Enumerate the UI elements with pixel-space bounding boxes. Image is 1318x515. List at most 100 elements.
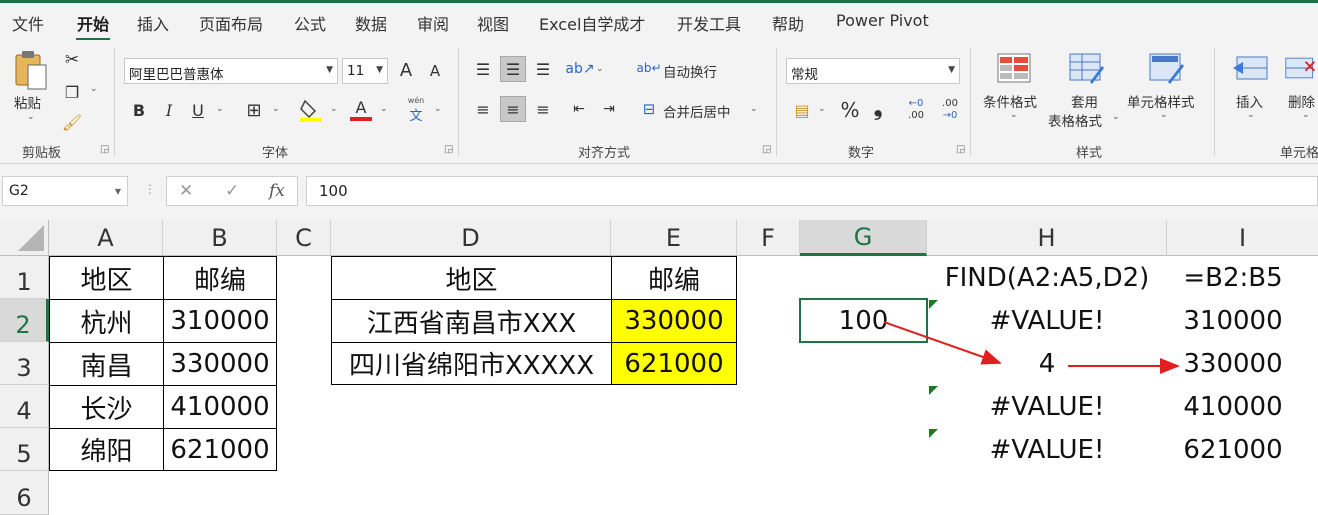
cell-e2[interactable]: 330000 (611, 299, 737, 343)
cell-styles-icon[interactable] (1146, 50, 1186, 86)
font-launcher-icon[interactable]: ◲ (444, 144, 453, 155)
insert-cells-label[interactable]: 插入 (1236, 91, 1263, 111)
alignment-launcher-icon[interactable]: ◲ (762, 144, 771, 155)
cell-i5[interactable]: 621000 (1167, 428, 1299, 471)
align-middle-icon[interactable]: ☰ (500, 56, 526, 82)
increase-indent-icon[interactable]: ⇥ (596, 96, 622, 122)
font-size-combo[interactable]: 11 ▼ (342, 58, 388, 84)
cell-a5[interactable]: 绵阳 (49, 428, 164, 471)
cell-b4[interactable]: 410000 (163, 385, 277, 429)
cancel-icon[interactable]: ✕ (179, 181, 193, 201)
format-as-table-icon[interactable] (1066, 50, 1106, 86)
column-header-i[interactable]: I (1167, 220, 1318, 256)
cell-h1[interactable]: FIND(A2:A5,D2) (927, 256, 1167, 299)
cell-b1[interactable]: 邮编 (163, 256, 277, 300)
column-header-g[interactable]: G (800, 220, 927, 256)
cell-i1[interactable]: =B2:B5 (1167, 256, 1299, 299)
row-header-3[interactable]: 3 (0, 342, 49, 385)
cell-d2[interactable]: 江西省南昌市XXX (331, 299, 612, 343)
cell-i4[interactable]: 410000 (1167, 385, 1299, 428)
fill-color-icon[interactable] (298, 96, 324, 124)
cell-styles-label[interactable]: 单元格样式 (1127, 91, 1195, 111)
increase-decimal-icon[interactable]: ←0.00 (902, 96, 930, 124)
formula-input[interactable]: 100 (306, 176, 1318, 206)
column-header-c[interactable]: C (277, 220, 331, 256)
row-header-4[interactable]: 4 (0, 385, 49, 428)
cell-a4[interactable]: 长沙 (49, 385, 164, 429)
underline-button[interactable]: U (186, 98, 210, 122)
font-name-combo[interactable]: 阿里巴巴普惠体 ▼ (124, 58, 338, 84)
cell-e1[interactable]: 邮编 (611, 256, 737, 300)
orientation-icon[interactable]: ab↗ (565, 56, 594, 82)
grow-font-button[interactable]: A (394, 58, 418, 82)
fill-color-dropdown-icon[interactable]: ⌄ (330, 104, 338, 114)
name-box[interactable]: G2 ▼ (2, 176, 128, 206)
align-top-icon[interactable]: ☰ (470, 56, 496, 82)
cell-a2[interactable]: 杭州 (49, 299, 164, 343)
font-color-dropdown-icon[interactable]: ⌄ (380, 104, 388, 114)
cell-h4[interactable]: #VALUE! (927, 385, 1167, 428)
format-as-table-label-2[interactable]: 表格格式 (1048, 110, 1102, 130)
cell-e3[interactable]: 621000 (611, 342, 737, 385)
menu-power-pivot[interactable]: Power Pivot (836, 11, 929, 30)
number-format-combo[interactable]: 常规 ▼ (786, 58, 960, 84)
cell-i3[interactable]: 330000 (1167, 342, 1299, 385)
menu-view[interactable]: 视图 (477, 11, 509, 35)
menu-home[interactable]: 开始 (77, 11, 109, 35)
row-header-6[interactable]: 6 (0, 471, 49, 515)
insert-cells-icon[interactable] (1230, 50, 1270, 86)
enter-icon[interactable]: ✓ (225, 181, 239, 201)
align-left-icon[interactable]: ≡ (470, 96, 496, 122)
align-right-icon[interactable]: ≡ (530, 96, 556, 122)
cell-h5[interactable]: #VALUE! (927, 428, 1167, 471)
menu-data[interactable]: 数据 (355, 11, 387, 35)
merge-dropdown-icon[interactable]: ⌄ (750, 104, 758, 114)
border-dropdown-icon[interactable]: ⌄ (272, 104, 280, 114)
menu-file[interactable]: 文件 (12, 11, 44, 35)
error-indicator-icon[interactable] (929, 300, 938, 309)
wrap-text-icon[interactable]: ab↵ (636, 56, 661, 80)
cell-styles-dropdown-icon[interactable]: ⌄ (1160, 110, 1168, 120)
menu-developer[interactable]: 开发工具 (677, 11, 741, 35)
formula-bar-grip-icon[interactable]: ⋮ (144, 182, 156, 196)
cell-g2-selected[interactable]: 100 (799, 298, 928, 343)
conditional-format-dropdown-icon[interactable]: ⌄ (1010, 110, 1018, 120)
decrease-decimal-icon[interactable]: .00 →0 (936, 96, 964, 124)
paste-icon[interactable] (10, 48, 52, 94)
paste-dropdown-icon[interactable]: ⌄ (27, 112, 35, 122)
paste-label[interactable]: 粘贴 (14, 92, 41, 112)
cell-b3[interactable]: 330000 (163, 342, 277, 386)
merge-center-icon[interactable]: ⊟ (638, 98, 660, 120)
cell-b5[interactable]: 621000 (163, 428, 277, 471)
menu-review[interactable]: 审阅 (417, 11, 449, 35)
decrease-indent-icon[interactable]: ⇤ (566, 96, 592, 122)
underline-dropdown-icon[interactable]: ⌄ (216, 104, 224, 114)
menu-page-layout[interactable]: 页面布局 (199, 11, 263, 35)
italic-button[interactable]: I (158, 98, 180, 122)
row-header-1[interactable]: 1 (0, 256, 49, 299)
bold-button[interactable]: B (128, 98, 150, 122)
phonetic-dropdown-icon[interactable]: ⌄ (434, 104, 442, 114)
copy-dropdown-icon[interactable]: ⌄ (90, 84, 98, 94)
cell-h3[interactable]: 4 (927, 342, 1167, 385)
insert-cells-dropdown-icon[interactable]: ⌄ (1247, 110, 1255, 120)
menu-insert[interactable]: 插入 (137, 11, 169, 35)
orientation-dropdown-icon[interactable]: ⌄ (596, 64, 604, 74)
clipboard-launcher-icon[interactable]: ◲ (100, 144, 109, 155)
cell-d1[interactable]: 地区 (331, 256, 612, 300)
border-icon[interactable]: ⊞ (242, 98, 266, 122)
insert-function-icon[interactable]: fx (269, 181, 285, 201)
select-all-corner[interactable] (0, 220, 49, 256)
error-indicator-icon[interactable] (929, 386, 938, 395)
comma-button[interactable]: ❟ (868, 96, 888, 121)
percent-button[interactable]: % (838, 98, 862, 122)
menu-formulas[interactable]: 公式 (294, 11, 326, 35)
column-header-b[interactable]: B (163, 220, 277, 256)
cell-b2[interactable]: 310000 (163, 299, 277, 343)
font-color-icon[interactable]: A (348, 96, 374, 124)
conditional-format-icon[interactable] (994, 50, 1034, 86)
delete-cells-dropdown-icon[interactable]: ⌄ (1302, 110, 1310, 120)
cell-i2[interactable]: 310000 (1167, 299, 1299, 342)
column-header-d[interactable]: D (331, 220, 611, 256)
wrap-text-label[interactable]: 自动换行 (663, 61, 717, 81)
